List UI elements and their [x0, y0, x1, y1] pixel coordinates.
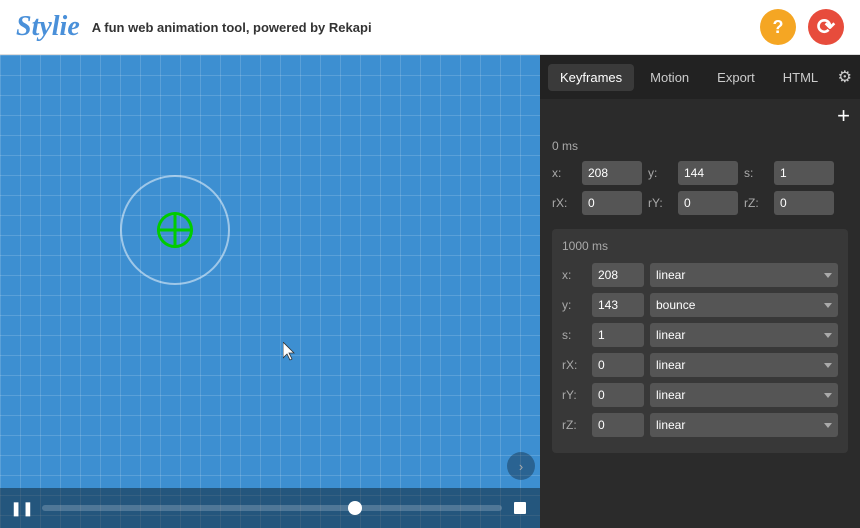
rx-label-0: rX: — [552, 196, 576, 210]
crosshair — [157, 212, 193, 248]
prop-row-rx-1000: rX: linearbounceeaseIneaseOuteaseInOut — [562, 353, 838, 377]
keyframe-1000ms: 1000 ms x: linearbounceeaseIneaseOutease… — [552, 229, 848, 453]
tab-keyframes[interactable]: Keyframes — [548, 64, 634, 91]
stop-icon — [514, 502, 526, 514]
tagline-text: A fun web animation tool, powered by — [92, 20, 326, 35]
prop-row-ry-1000: rY: linearbounceeaseIneaseOuteaseInOut — [562, 383, 838, 407]
y-input-0[interactable] — [678, 161, 738, 185]
logo: Stylie — [16, 11, 80, 43]
rz-input-0[interactable] — [774, 191, 834, 215]
rz-label-1000: rZ: — [562, 418, 586, 432]
stop-button[interactable] — [510, 498, 530, 518]
y-label-0: y: — [648, 166, 672, 180]
header: Stylie A fun web animation tool, powered… — [0, 0, 860, 55]
ry-label-0: rY: — [648, 196, 672, 210]
scrubber-handle[interactable] — [348, 501, 362, 515]
x-label-1000: x: — [562, 268, 586, 282]
refresh-button[interactable]: ⟳ — [808, 9, 844, 45]
brand-name: Rekapi — [329, 20, 372, 35]
s-label-0: s: — [744, 166, 768, 180]
s-label-1000: s: — [562, 328, 586, 342]
right-panel: Keyframes Motion Export HTML ⚙ + 0 ms x:… — [540, 55, 860, 528]
crosshair-circle — [157, 212, 193, 248]
scroll-indicator[interactable]: › — [507, 452, 535, 480]
x-input-1000[interactable] — [592, 263, 644, 287]
rx-input-0[interactable] — [582, 191, 642, 215]
chevron-right-icon: › — [519, 459, 523, 474]
x-label-0: x: — [552, 166, 576, 180]
prop-row-s-1000: s: linearbounceeaseIneaseOuteaseInOut — [562, 323, 838, 347]
rz-label-0: rZ: — [744, 196, 768, 210]
prop-row-y-1000: y: linearbounceeaseIneaseOuteaseInOut — [562, 293, 838, 317]
s-easing-1000[interactable]: linearbounceeaseIneaseOuteaseInOut — [650, 323, 838, 347]
rx-label-1000: rX: — [562, 358, 586, 372]
rx-easing-1000[interactable]: linearbounceeaseIneaseOuteaseInOut — [650, 353, 838, 377]
tagline: A fun web animation tool, powered by Rek… — [92, 20, 748, 35]
x-input-0[interactable] — [582, 161, 642, 185]
ry-input-0[interactable] — [678, 191, 738, 215]
rz-input-1000[interactable] — [592, 413, 644, 437]
ry-easing-1000[interactable]: linearbounceeaseIneaseOuteaseInOut — [650, 383, 838, 407]
y-label-1000: y: — [562, 298, 586, 312]
panel-body: 0 ms x: y: s: rX: rY: rZ: — [540, 127, 860, 528]
settings-button[interactable]: ⚙ — [838, 67, 852, 87]
s-input-1000[interactable] — [592, 323, 644, 347]
keyframe-0ms: 0 ms x: y: s: rX: rY: rZ: — [552, 139, 848, 215]
rx-input-1000[interactable] — [592, 353, 644, 377]
pause-button[interactable]: ❚❚ — [10, 496, 34, 520]
help-button[interactable]: ? — [760, 9, 796, 45]
x-easing-1000[interactable]: linearbounceeaseIneaseOuteaseInOut — [650, 263, 838, 287]
mouse-cursor — [283, 342, 295, 362]
animated-element[interactable] — [120, 175, 230, 285]
field-row-r-0: rX: rY: rZ: — [552, 191, 848, 215]
ry-input-1000[interactable] — [592, 383, 644, 407]
s-input-0[interactable] — [774, 161, 834, 185]
ry-label-1000: rY: — [562, 388, 586, 402]
tabs-bar: Keyframes Motion Export HTML ⚙ — [540, 55, 860, 99]
prop-row-rz-1000: rZ: linearbounceeaseIneaseOuteaseInOut — [562, 413, 838, 437]
y-input-1000[interactable] — [592, 293, 644, 317]
tab-motion[interactable]: Motion — [638, 64, 701, 91]
playback-controls: ❚❚ — [0, 488, 540, 528]
keyframe-0ms-time: 0 ms — [552, 139, 848, 153]
tab-export[interactable]: Export — [705, 64, 767, 91]
tab-html[interactable]: HTML — [771, 64, 830, 91]
add-keyframe-button[interactable]: + — [837, 105, 850, 127]
prop-row-x-1000: x: linearbounceeaseIneaseOuteaseInOut — [562, 263, 838, 287]
rz-easing-1000[interactable]: linearbounceeaseIneaseOuteaseInOut — [650, 413, 838, 437]
keyframe-1000ms-time: 1000 ms — [562, 239, 838, 253]
scrubber-track[interactable] — [42, 505, 502, 511]
canvas-area[interactable]: Keyframes Motion Export HTML ⚙ + 0 ms x:… — [0, 55, 860, 528]
y-easing-1000[interactable]: linearbounceeaseIneaseOuteaseInOut — [650, 293, 838, 317]
field-row-x-0: x: y: s: — [552, 161, 848, 185]
